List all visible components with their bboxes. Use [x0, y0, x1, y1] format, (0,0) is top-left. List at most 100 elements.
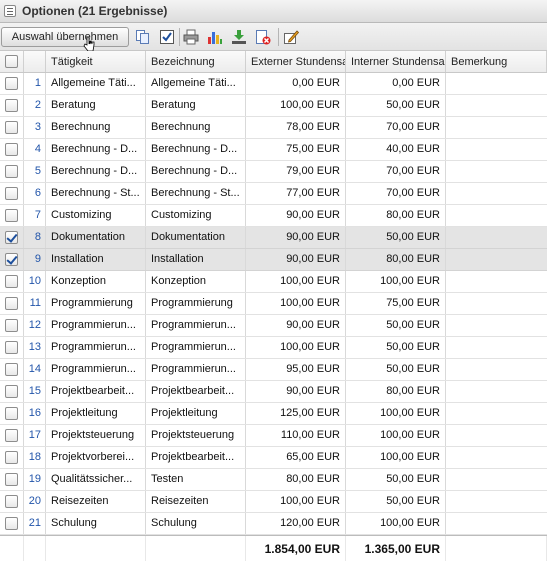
cell-bezeichnung: Dokumentation — [146, 227, 246, 248]
row-checkbox[interactable] — [5, 363, 18, 376]
table-row[interactable]: 21 Schulung Schulung 120,00 EUR 100,00 EUR — [0, 513, 547, 535]
row-checkbox[interactable] — [5, 297, 18, 310]
row-checkbox[interactable] — [5, 429, 18, 442]
table-row[interactable]: 1 Allgemeine Täti... Allgemeine Täti... 0,0… — [0, 73, 547, 95]
row-checkbox[interactable] — [5, 341, 18, 354]
table-row[interactable]: 18 Projektvorberei... Projektbearbeit... 65… — [0, 447, 547, 469]
row-number: 14 — [24, 359, 46, 380]
row-select-cell — [0, 359, 24, 380]
table-row[interactable]: 2 Beratung Beratung 100,00 EUR 50,00 EUR — [0, 95, 547, 117]
select-all-checkbox[interactable] — [5, 55, 18, 68]
header-taetigkeit[interactable]: Tätigkeit — [46, 51, 146, 72]
cell-bemerkung — [446, 227, 547, 248]
cell-taetigkeit: Allgemeine Täti... — [46, 73, 146, 94]
cell-bezeichnung: Berechnung - D... — [146, 139, 246, 160]
row-select-cell — [0, 469, 24, 490]
row-checkbox[interactable] — [5, 187, 18, 200]
row-checkbox[interactable] — [5, 275, 18, 288]
checkbox-icon[interactable] — [159, 29, 175, 45]
row-number: 3 — [24, 117, 46, 138]
row-checkbox[interactable] — [5, 407, 18, 420]
window-title: Optionen (21 Ergebnisse) — [22, 4, 168, 18]
header-bemerkung[interactable]: Bemerkung — [446, 51, 547, 72]
cell-bezeichnung: Projektbearbeit... — [146, 381, 246, 402]
table-row[interactable]: 5 Berechnung - D... Berechnung - D... 79,00… — [0, 161, 547, 183]
copy-icon[interactable] — [135, 29, 151, 45]
row-checkbox[interactable] — [5, 517, 18, 530]
row-select-cell — [0, 161, 24, 182]
row-checkbox[interactable] — [5, 77, 18, 90]
table-row[interactable]: 12 Programmierun... Programmierun... 90,00 … — [0, 315, 547, 337]
row-checkbox[interactable] — [5, 99, 18, 112]
header-interner-stundensatz[interactable]: Interner Stundensa — [346, 51, 446, 72]
cell-taetigkeit: Berechnung - St... — [46, 183, 146, 204]
edit-icon[interactable] — [283, 29, 299, 45]
row-number: 17 — [24, 425, 46, 446]
cell-bezeichnung: Testen — [146, 469, 246, 490]
cell-extern: 90,00 EUR — [246, 249, 346, 270]
header-externer-stundensatz[interactable]: Externer Stundensa — [246, 51, 346, 72]
toolbar-separator — [278, 28, 279, 46]
cell-bemerkung — [446, 95, 547, 116]
table-row[interactable]: 17 Projektsteuerung Projektsteuerung 110,00… — [0, 425, 547, 447]
row-number: 20 — [24, 491, 46, 512]
table-row[interactable]: 13 Programmierun... Programmierun... 100,00… — [0, 337, 547, 359]
table-row[interactable]: 6 Berechnung - St... Berechnung - St... 77,… — [0, 183, 547, 205]
row-checkbox[interactable] — [5, 253, 18, 266]
table-row[interactable]: 11 Programmierung Programmierung 100,00 EUR… — [0, 293, 547, 315]
row-checkbox[interactable] — [5, 165, 18, 178]
row-checkbox[interactable] — [5, 473, 18, 486]
table-row[interactable]: 14 Programmierun... Programmierun... 95,00 … — [0, 359, 547, 381]
cell-bemerkung — [446, 425, 547, 446]
row-checkbox[interactable] — [5, 143, 18, 156]
cell-bezeichnung: Programmierun... — [146, 315, 246, 336]
cell-bemerkung — [446, 359, 547, 380]
chart-icon[interactable] — [207, 29, 223, 45]
list-icon — [4, 5, 16, 17]
cell-bemerkung — [446, 117, 547, 138]
cell-extern: 95,00 EUR — [246, 359, 346, 380]
row-checkbox[interactable] — [5, 319, 18, 332]
cell-extern: 75,00 EUR — [246, 139, 346, 160]
cell-bezeichnung: Programmierun... — [146, 337, 246, 358]
cell-intern: 100,00 EUR — [346, 513, 446, 534]
row-checkbox[interactable] — [5, 385, 18, 398]
cell-intern: 80,00 EUR — [346, 381, 446, 402]
cell-extern: 100,00 EUR — [246, 293, 346, 314]
table-row[interactable]: 8 Dokumentation Dokumentation 90,00 EUR 50,0… — [0, 227, 547, 249]
export-icon[interactable] — [231, 29, 247, 45]
row-number: 2 — [24, 95, 46, 116]
table-row[interactable]: 4 Berechnung - D... Berechnung - D... 75,00… — [0, 139, 547, 161]
table-row[interactable]: 20 Reisezeiten Reisezeiten 100,00 EUR 50,00 … — [0, 491, 547, 513]
cell-taetigkeit: Programmierun... — [46, 315, 146, 336]
row-checkbox[interactable] — [5, 451, 18, 464]
row-checkbox[interactable] — [5, 495, 18, 508]
table-row[interactable]: 9 Installation Installation 90,00 EUR 80,00 … — [0, 249, 547, 271]
header-bezeichnung[interactable]: Bezeichnung — [146, 51, 246, 72]
cell-bemerkung — [446, 469, 547, 490]
cell-bemerkung — [446, 293, 547, 314]
cell-bemerkung — [446, 271, 547, 292]
cell-extern: 100,00 EUR — [246, 271, 346, 292]
cell-extern: 100,00 EUR — [246, 95, 346, 116]
row-number: 1 — [24, 73, 46, 94]
row-select-cell — [0, 513, 24, 534]
print-icon[interactable] — [183, 29, 199, 45]
row-checkbox[interactable] — [5, 231, 18, 244]
cell-intern: 50,00 EUR — [346, 315, 446, 336]
row-number: 6 — [24, 183, 46, 204]
row-checkbox[interactable] — [5, 121, 18, 134]
row-select-cell — [0, 491, 24, 512]
table-row[interactable]: 19 Qualitätssicher... Testen 80,00 EUR 50,00… — [0, 469, 547, 491]
row-number: 12 — [24, 315, 46, 336]
row-checkbox[interactable] — [5, 209, 18, 222]
table-row[interactable]: 7 Customizing Customizing 90,00 EUR 80,00 EU… — [0, 205, 547, 227]
delete-icon[interactable] — [255, 29, 271, 45]
table-row[interactable]: 3 Berechnung Berechnung 78,00 EUR 70,00 EUR — [0, 117, 547, 139]
take-selection-button[interactable]: Auswahl übernehmen — [1, 27, 129, 47]
cell-bezeichnung: Projektbearbeit... — [146, 447, 246, 468]
table-row[interactable]: 16 Projektleitung Projektleitung 125,00 EUR… — [0, 403, 547, 425]
table-row[interactable]: 15 Projektbearbeit... Projektbearbeit... 90… — [0, 381, 547, 403]
table-row[interactable]: 10 Konzeption Konzeption 100,00 EUR 100,00 E… — [0, 271, 547, 293]
cell-intern: 50,00 EUR — [346, 359, 446, 380]
